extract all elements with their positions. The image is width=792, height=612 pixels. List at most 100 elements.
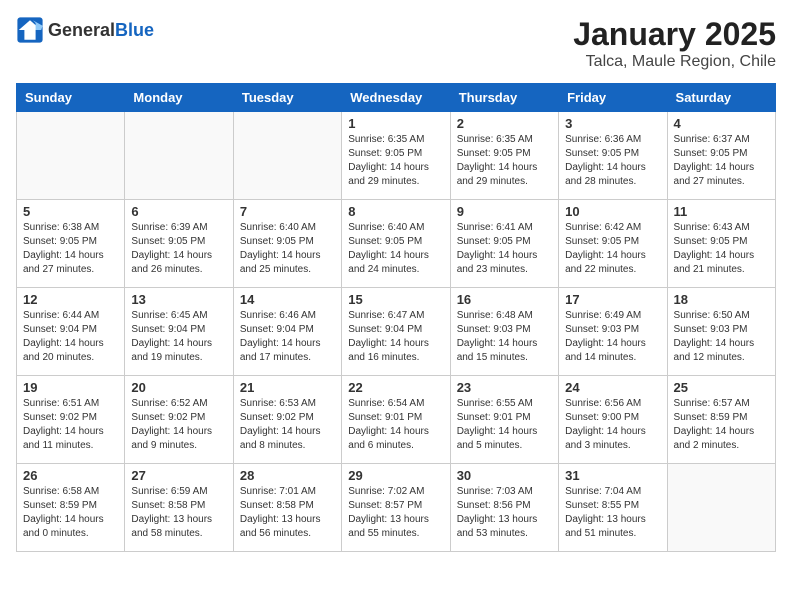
day-number: 29	[348, 468, 443, 483]
day-detail: Sunrise: 7:01 AMSunset: 8:58 PMDaylight:…	[240, 485, 335, 541]
calendar-cell: 17 Sunrise: 6:49 AMSunset: 9:03 PMDayligh…	[559, 288, 667, 376]
weekday-header-row: SundayMondayTuesdayWednesdayThursdayFrid…	[17, 84, 776, 112]
calendar-cell: 2 Sunrise: 6:35 AMSunset: 9:05 PMDaylight…	[450, 112, 558, 200]
day-detail: Sunrise: 6:55 AMSunset: 9:01 PMDaylight:…	[457, 397, 552, 453]
day-number: 25	[674, 380, 769, 395]
day-detail: Sunrise: 6:46 AMSunset: 9:04 PMDaylight:…	[240, 309, 335, 365]
calendar-cell: 26Sunrise: 6:58 AMSunset: 8:59 PMDayligh…	[17, 464, 125, 552]
day-number: 18	[674, 292, 769, 307]
weekday-header-monday: Monday	[125, 84, 233, 112]
day-number: 7	[240, 204, 335, 219]
day-detail: Sunrise: 6:52 AMSunset: 9:02 PMDaylight:…	[131, 397, 226, 453]
day-detail: Sunrise: 6:45 AMSunset: 9:04 PMDaylight:…	[131, 309, 226, 365]
calendar-cell: 19 Sunrise: 6:51 AMSunset: 9:02 PMDayligh…	[17, 376, 125, 464]
day-number: 9	[457, 204, 552, 219]
day-number: 6	[131, 204, 226, 219]
day-detail: Sunrise: 7:04 AMSunset: 8:55 PMDaylight:…	[565, 485, 660, 541]
calendar-cell	[17, 112, 125, 200]
day-number: 13	[131, 292, 226, 307]
day-number: 1	[348, 116, 443, 131]
day-detail: Sunrise: 6:37 AMSunset: 9:05 PMDaylight:…	[674, 133, 769, 189]
location-subtitle: Talca, Maule Region, Chile	[573, 53, 776, 71]
day-detail: Sunrise: 6:42 AMSunset: 9:05 PMDaylight:…	[565, 221, 660, 277]
weekday-header-sunday: Sunday	[17, 84, 125, 112]
calendar-cell: 30Sunrise: 7:03 AMSunset: 8:56 PMDayligh…	[450, 464, 558, 552]
week-row-2: 5Sunrise: 6:38 AMSunset: 9:05 PMDaylight…	[17, 200, 776, 288]
calendar-cell: 21 Sunrise: 6:53 AMSunset: 9:02 PMDayligh…	[233, 376, 341, 464]
calendar-cell: 3Sunrise: 6:36 AMSunset: 9:05 PMDaylight…	[559, 112, 667, 200]
day-detail: Sunrise: 6:36 AMSunset: 9:05 PMDaylight:…	[565, 133, 660, 189]
day-number: 27	[131, 468, 226, 483]
day-detail: Sunrise: 6:53 AMSunset: 9:02 PMDaylight:…	[240, 397, 335, 453]
logo-text: GeneralBlue	[48, 20, 154, 41]
day-number: 23	[457, 380, 552, 395]
day-number: 20	[131, 380, 226, 395]
day-detail: Sunrise: 6:49 AMSunset: 9:03 PMDaylight:…	[565, 309, 660, 365]
day-number: 11	[674, 204, 769, 219]
calendar-cell: 13 Sunrise: 6:45 AMSunset: 9:04 PMDayligh…	[125, 288, 233, 376]
calendar-cell: 18 Sunrise: 6:50 AMSunset: 9:03 PMDayligh…	[667, 288, 775, 376]
day-detail: Sunrise: 6:51 AMSunset: 9:02 PMDaylight:…	[23, 397, 118, 453]
day-detail: Sunrise: 6:41 AMSunset: 9:05 PMDaylight:…	[457, 221, 552, 277]
day-detail: Sunrise: 6:40 AMSunset: 9:05 PMDaylight:…	[348, 221, 443, 277]
day-number: 10	[565, 204, 660, 219]
weekday-header-wednesday: Wednesday	[342, 84, 450, 112]
calendar-cell: 4Sunrise: 6:37 AMSunset: 9:05 PMDaylight…	[667, 112, 775, 200]
day-number: 28	[240, 468, 335, 483]
calendar-cell: 24 Sunrise: 6:56 AMSunset: 9:00 PMDayligh…	[559, 376, 667, 464]
day-number: 26	[23, 468, 118, 483]
day-detail: Sunrise: 6:54 AMSunset: 9:01 PMDaylight:…	[348, 397, 443, 453]
week-row-1: 1 Sunrise: 6:35 AMSunset: 9:05 PMDaylight…	[17, 112, 776, 200]
day-number: 16	[457, 292, 552, 307]
calendar-cell: 15Sunrise: 6:47 AMSunset: 9:04 PMDayligh…	[342, 288, 450, 376]
weekday-header-friday: Friday	[559, 84, 667, 112]
calendar-cell: 10 Sunrise: 6:42 AMSunset: 9:05 PMDayligh…	[559, 200, 667, 288]
title-block: January 2025 Talca, Maule Region, Chile	[573, 16, 776, 71]
day-number: 24	[565, 380, 660, 395]
day-detail: Sunrise: 6:57 AMSunset: 8:59 PMDaylight:…	[674, 397, 769, 453]
day-number: 2	[457, 116, 552, 131]
calendar-cell: 23 Sunrise: 6:55 AMSunset: 9:01 PMDayligh…	[450, 376, 558, 464]
logo: GeneralBlue	[16, 16, 154, 44]
day-detail: Sunrise: 6:40 AMSunset: 9:05 PMDaylight:…	[240, 221, 335, 277]
day-detail: Sunrise: 6:59 AMSunset: 8:58 PMDaylight:…	[131, 485, 226, 541]
calendar-cell	[125, 112, 233, 200]
day-detail: Sunrise: 6:35 AMSunset: 9:05 PMDaylight:…	[457, 133, 552, 189]
day-number: 8	[348, 204, 443, 219]
day-number: 22	[348, 380, 443, 395]
calendar-cell: 20 Sunrise: 6:52 AMSunset: 9:02 PMDayligh…	[125, 376, 233, 464]
calendar-cell: 1 Sunrise: 6:35 AMSunset: 9:05 PMDaylight…	[342, 112, 450, 200]
day-number: 19	[23, 380, 118, 395]
calendar-cell	[233, 112, 341, 200]
calendar-cell	[667, 464, 775, 552]
day-detail: Sunrise: 6:44 AMSunset: 9:04 PMDaylight:…	[23, 309, 118, 365]
calendar-cell: 31Sunrise: 7:04 AMSunset: 8:55 PMDayligh…	[559, 464, 667, 552]
day-detail: Sunrise: 6:47 AMSunset: 9:04 PMDaylight:…	[348, 309, 443, 365]
weekday-header-thursday: Thursday	[450, 84, 558, 112]
logo-general: General	[48, 20, 115, 40]
day-detail: Sunrise: 6:50 AMSunset: 9:03 PMDaylight:…	[674, 309, 769, 365]
day-number: 12	[23, 292, 118, 307]
month-year-title: January 2025	[573, 16, 776, 53]
logo-icon	[16, 16, 44, 44]
calendar-cell: 22 Sunrise: 6:54 AMSunset: 9:01 PMDayligh…	[342, 376, 450, 464]
calendar-cell: 25 Sunrise: 6:57 AMSunset: 8:59 PMDayligh…	[667, 376, 775, 464]
calendar-cell: 27 Sunrise: 6:59 AMSunset: 8:58 PMDayligh…	[125, 464, 233, 552]
page-header: GeneralBlue January 2025 Talca, Maule Re…	[16, 16, 776, 71]
calendar-cell: 9 Sunrise: 6:41 AMSunset: 9:05 PMDaylight…	[450, 200, 558, 288]
calendar-cell: 14Sunrise: 6:46 AMSunset: 9:04 PMDayligh…	[233, 288, 341, 376]
calendar-cell: 16 Sunrise: 6:48 AMSunset: 9:03 PMDayligh…	[450, 288, 558, 376]
day-detail: Sunrise: 6:48 AMSunset: 9:03 PMDaylight:…	[457, 309, 552, 365]
day-detail: Sunrise: 6:35 AMSunset: 9:05 PMDaylight:…	[348, 133, 443, 189]
day-detail: Sunrise: 6:56 AMSunset: 9:00 PMDaylight:…	[565, 397, 660, 453]
day-number: 17	[565, 292, 660, 307]
logo-blue: Blue	[115, 20, 154, 40]
day-number: 21	[240, 380, 335, 395]
week-row-3: 12 Sunrise: 6:44 AMSunset: 9:04 PMDayligh…	[17, 288, 776, 376]
calendar-cell: 12 Sunrise: 6:44 AMSunset: 9:04 PMDayligh…	[17, 288, 125, 376]
day-detail: Sunrise: 7:02 AMSunset: 8:57 PMDaylight:…	[348, 485, 443, 541]
calendar-cell: 8 Sunrise: 6:40 AMSunset: 9:05 PMDaylight…	[342, 200, 450, 288]
week-row-4: 19 Sunrise: 6:51 AMSunset: 9:02 PMDayligh…	[17, 376, 776, 464]
calendar-cell: 11Sunrise: 6:43 AMSunset: 9:05 PMDayligh…	[667, 200, 775, 288]
calendar-cell: 7 Sunrise: 6:40 AMSunset: 9:05 PMDaylight…	[233, 200, 341, 288]
